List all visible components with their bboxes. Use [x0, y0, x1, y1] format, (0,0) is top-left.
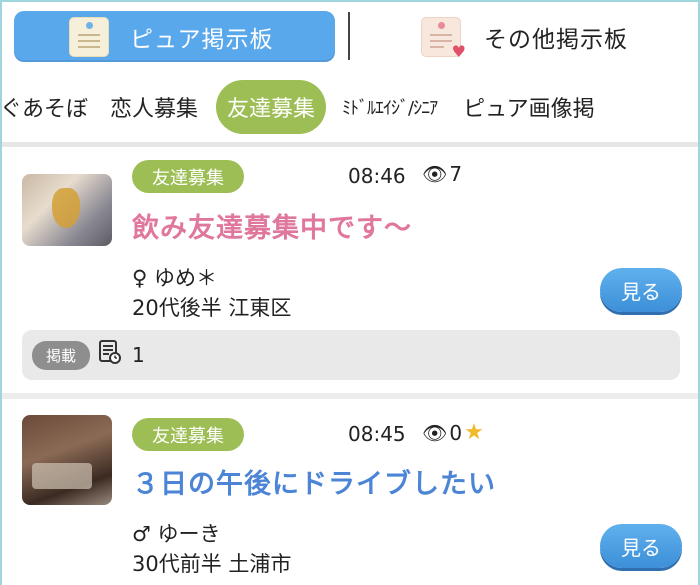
view-count: 👁 0 ★ [422, 420, 484, 445]
notice-board-icon [70, 17, 108, 56]
post-user: ♀ ゆめ＊ [132, 266, 218, 290]
view-count-value: 7 [449, 162, 463, 186]
category-middle-senior[interactable]: ﾐﾄﾞﾙｴｲｼﾞ/ｼﾆｱ [342, 94, 438, 120]
view-button[interactable]: 見る [600, 268, 682, 312]
post-time: 08:45 [348, 422, 406, 446]
post-time: 08:46 [348, 164, 406, 188]
eye-icon: 👁 [422, 420, 448, 445]
post-item[interactable]: 友達募集 08:46 👁 7 飲み友達募集中です〜 ♀ ゆめ＊ 20代後半 江東… [2, 150, 698, 392]
post-meta: 20代後半 江東区 [132, 296, 292, 320]
avatar[interactable] [22, 415, 112, 505]
view-count-value: 0 [449, 420, 463, 445]
post-title[interactable]: ３日の午後にドライブしたい [132, 462, 496, 501]
avatar[interactable] [22, 174, 112, 246]
listing-bar: 掲載 1 [22, 330, 680, 380]
board-tabs: ピュア掲示板 ♥ その他掲示板 [2, 2, 698, 70]
document-clock-icon [98, 339, 122, 371]
category-bar: ぐあそぼ 恋人募集 友達募集 ﾐﾄﾞﾙｴｲｼﾞ/ｼﾆｱ ピュア画像掲 [2, 76, 698, 138]
tab-other-board-label: その他掲示板 [484, 26, 628, 53]
category-divider [2, 142, 698, 147]
category-friend[interactable]: 友達募集 [216, 80, 327, 134]
tab-pure-board-label: ピュア掲示板 [130, 26, 274, 53]
tab-other-board[interactable]: ♥ その他掲示板 [354, 11, 684, 62]
post-meta: 30代前半 土浦市 [132, 552, 292, 576]
category-lover[interactable]: 恋人募集 [110, 91, 198, 123]
post-item[interactable]: 友達募集 08:45 👁 0 ★ ３日の午後にドライブしたい ♂ ゆーき 30代… [2, 400, 698, 585]
star-icon: ★ [464, 420, 484, 445]
post-user: ♂ ゆーき [132, 522, 221, 546]
category-play[interactable]: ぐあそぼ [2, 91, 88, 123]
tab-pure-board[interactable]: ピュア掲示板 [14, 11, 335, 62]
view-button[interactable]: 見る [600, 524, 682, 568]
listing-badge: 掲載 [32, 340, 91, 370]
category-badge: 友達募集 [132, 160, 244, 193]
category-badge: 友達募集 [132, 418, 244, 451]
eye-icon: 👁 [422, 162, 448, 186]
post-divider [2, 393, 698, 399]
view-count: 👁 7 [422, 162, 462, 186]
board-divider [348, 12, 350, 60]
post-title[interactable]: 飲み友達募集中です〜 [132, 206, 412, 245]
listing-count: 1 [132, 343, 145, 367]
notice-heart-icon: ♥ [422, 17, 466, 59]
category-pure-image[interactable]: ピュア画像掲 [463, 91, 595, 123]
